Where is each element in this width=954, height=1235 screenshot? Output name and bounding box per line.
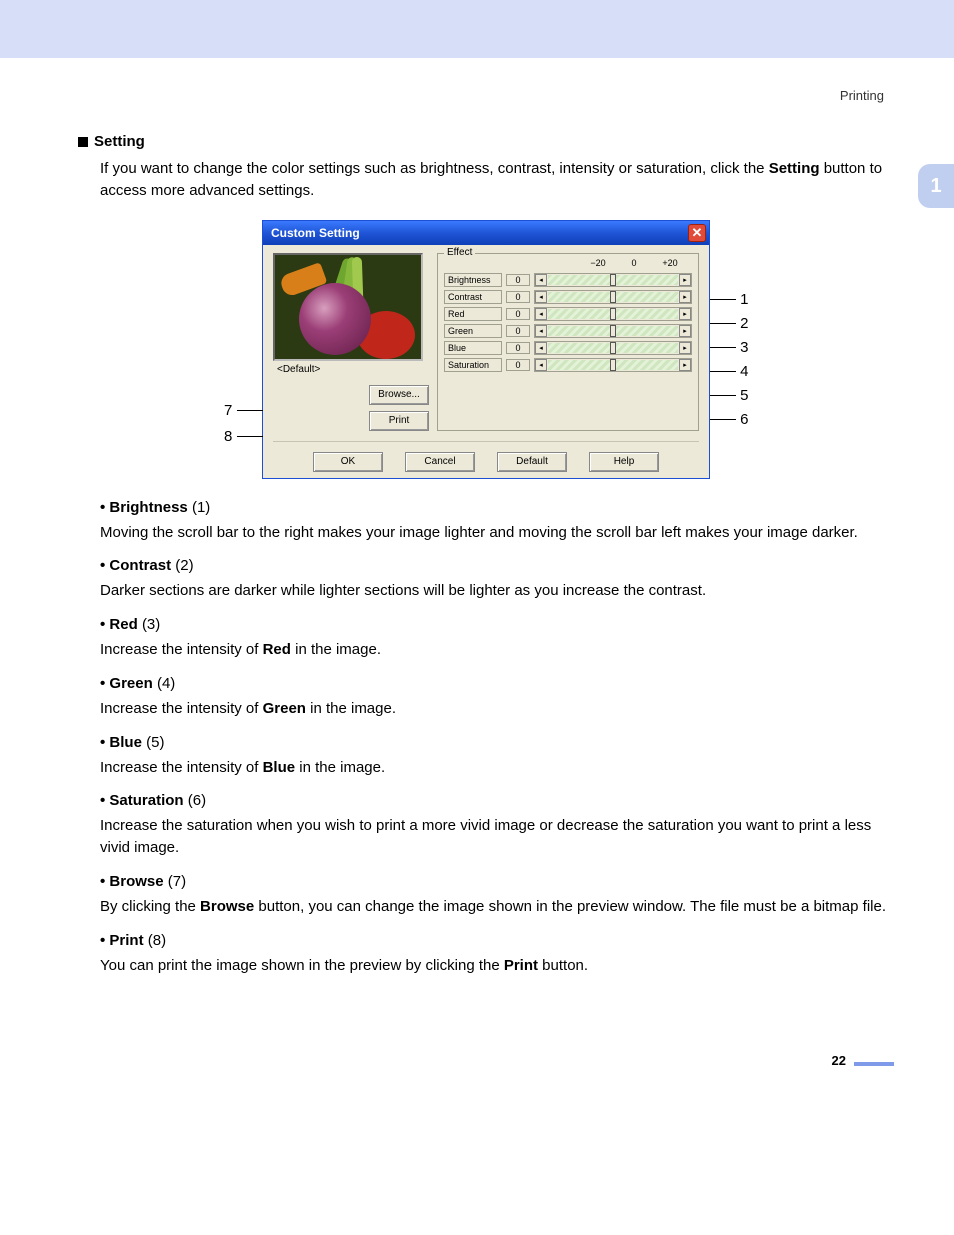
preview-image — [273, 253, 423, 361]
effect-legend: Effect — [444, 247, 475, 258]
help-button[interactable]: Help — [589, 452, 659, 472]
red-row: Red 0 ◂▸ — [444, 307, 692, 321]
green-slider[interactable]: ◂▸ — [534, 324, 692, 338]
dialog-titlebar: Custom Setting ✕ — [263, 221, 709, 245]
contrast-slider[interactable]: ◂▸ — [534, 290, 692, 304]
item-blue-head: Blue (5) — [100, 734, 894, 751]
item-saturation-head: Saturation (6) — [100, 792, 894, 809]
item-brightness-head: Brightness (1) — [100, 499, 894, 516]
brightness-label: Brightness — [444, 273, 502, 287]
item-red-head: Red (3) — [100, 616, 894, 633]
section-heading: Setting — [78, 133, 894, 150]
dialog-title: Custom Setting — [271, 226, 360, 240]
green-label: Green — [444, 324, 502, 338]
slider-scale: −20 0 +20 — [444, 258, 692, 270]
top-banner — [0, 0, 954, 58]
contrast-row: Contrast 0 ◂▸ — [444, 290, 692, 304]
item-contrast-body: Darker sections are darker while lighter… — [100, 580, 894, 602]
green-value: 0 — [506, 325, 530, 337]
square-bullet-icon — [78, 137, 88, 147]
green-row: Green 0 ◂▸ — [444, 324, 692, 338]
page-number: 22 — [832, 1053, 846, 1068]
callout-5: 5 — [710, 387, 749, 404]
red-label: Red — [444, 307, 502, 321]
footer-accent-bar — [854, 1062, 894, 1066]
contrast-label: Contrast — [444, 290, 502, 304]
item-browse-body: By clicking the Browse button, you can c… — [100, 896, 894, 918]
intro-text-a: If you want to change the color settings… — [100, 160, 769, 177]
item-brightness-body: Moving the scroll bar to the right makes… — [100, 522, 894, 544]
item-red-body: Increase the intensity of Red in the ima… — [100, 639, 894, 661]
page-footer: 22 — [78, 1036, 894, 1066]
saturation-slider[interactable]: ◂▸ — [534, 358, 692, 372]
saturation-value: 0 — [506, 359, 530, 371]
header-section-label: Printing — [78, 88, 884, 103]
effect-group: Effect −20 0 +20 Brightness 0 ◂▸ — [437, 253, 699, 431]
item-saturation-body: Increase the saturation when you wish to… — [100, 815, 894, 859]
chapter-tab: 1 — [918, 164, 954, 208]
item-browse-head: Browse (7) — [100, 873, 894, 890]
saturation-row: Saturation 0 ◂▸ — [444, 358, 692, 372]
blue-value: 0 — [506, 342, 530, 354]
blue-slider[interactable]: ◂▸ — [534, 341, 692, 355]
intro-paragraph: If you want to change the color settings… — [100, 158, 894, 202]
red-slider[interactable]: ◂▸ — [534, 307, 692, 321]
callout-4: 4 — [710, 363, 749, 380]
callout-3: 3 — [710, 339, 749, 356]
callout-1: 1 — [710, 291, 749, 308]
custom-setting-dialog: Custom Setting ✕ <Default> — [262, 220, 710, 479]
default-button[interactable]: Default — [497, 452, 567, 472]
callout-8: 8 — [224, 428, 263, 445]
brightness-value: 0 — [506, 274, 530, 286]
browse-button[interactable]: Browse... — [369, 385, 429, 405]
item-contrast-head: Contrast (2) — [100, 557, 894, 574]
brightness-slider[interactable]: ◂▸ — [534, 273, 692, 287]
section-heading-text: Setting — [94, 133, 145, 150]
contrast-value: 0 — [506, 291, 530, 303]
intro-text-bold: Setting — [769, 160, 820, 177]
item-blue-body: Increase the intensity of Blue in the im… — [100, 757, 894, 779]
ok-button[interactable]: OK — [313, 452, 383, 472]
blue-label: Blue — [444, 341, 502, 355]
item-print-head: Print (8) — [100, 932, 894, 949]
description-list: Brightness (1) Moving the scroll bar to … — [100, 499, 894, 977]
item-green-body: Increase the intensity of Green in the i… — [100, 698, 894, 720]
red-value: 0 — [506, 308, 530, 320]
item-green-head: Green (4) — [100, 675, 894, 692]
item-print-body: You can print the image shown in the pre… — [100, 955, 894, 977]
callout-2: 2 — [710, 315, 749, 332]
preview-default-label: <Default> — [277, 364, 429, 375]
brightness-row: Brightness 0 ◂▸ — [444, 273, 692, 287]
callout-6: 6 — [710, 411, 749, 428]
close-icon[interactable]: ✕ — [688, 224, 706, 242]
saturation-label: Saturation — [444, 358, 502, 372]
print-button[interactable]: Print — [369, 411, 429, 431]
cancel-button[interactable]: Cancel — [405, 452, 475, 472]
callout-7: 7 — [224, 402, 263, 419]
blue-row: Blue 0 ◂▸ — [444, 341, 692, 355]
